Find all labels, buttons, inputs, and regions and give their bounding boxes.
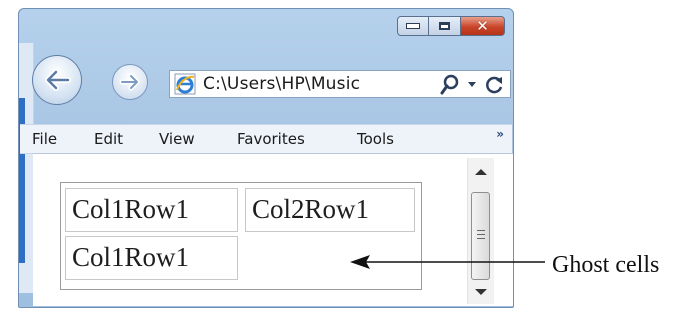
- menu-bar: File Edit View Favorites Tools »: [20, 124, 512, 154]
- maximize-button[interactable]: [429, 16, 461, 36]
- menu-file[interactable]: File: [32, 130, 57, 148]
- close-button[interactable]: ✕: [461, 16, 505, 36]
- vertical-scrollbar[interactable]: [467, 158, 494, 304]
- menu-view[interactable]: View: [159, 130, 195, 148]
- table-cell-r2c1: Col1Row1: [65, 236, 238, 280]
- dropdown-arrow-icon[interactable]: [467, 81, 477, 89]
- address-url[interactable]: C:\Users\HP\Music: [203, 74, 360, 94]
- scroll-thumb[interactable]: [471, 192, 490, 280]
- menu-more-chevron[interactable]: »: [496, 127, 504, 141]
- refresh-icon[interactable]: [483, 74, 505, 96]
- scroll-up-icon[interactable]: [475, 169, 487, 175]
- search-icon[interactable]: [440, 74, 460, 96]
- page-content: Col1Row1 Col2Row1 Col1Row1: [33, 153, 513, 306]
- scroll-down-icon[interactable]: [475, 289, 487, 295]
- minimize-button[interactable]: [397, 16, 429, 36]
- menu-edit[interactable]: Edit: [94, 130, 123, 148]
- back-button[interactable]: [32, 55, 82, 105]
- maximize-icon: [439, 22, 450, 30]
- ie-page-icon: [174, 73, 196, 95]
- close-icon: ✕: [476, 16, 489, 35]
- side-stripe: [19, 98, 25, 263]
- ghost-cells-label: Ghost cells: [552, 252, 660, 278]
- caption-buttons: ✕: [397, 16, 505, 36]
- back-arrow-icon: [45, 69, 71, 91]
- table-cell-r1c2: Col2Row1: [245, 188, 415, 232]
- minimize-icon: [406, 23, 420, 29]
- forward-arrow-icon: [119, 73, 140, 91]
- html-table: Col1Row1 Col2Row1 Col1Row1: [60, 182, 422, 290]
- forward-button[interactable]: [112, 64, 148, 100]
- menu-tools[interactable]: Tools: [357, 130, 394, 148]
- address-bar[interactable]: C:\Users\HP\Music: [169, 70, 511, 98]
- menu-favorites[interactable]: Favorites: [237, 130, 305, 148]
- table-cell-r1c1: Col1Row1: [65, 188, 238, 232]
- browser-window: ✕ C:\Users\HP\Music File Edit View Favor…: [18, 8, 514, 308]
